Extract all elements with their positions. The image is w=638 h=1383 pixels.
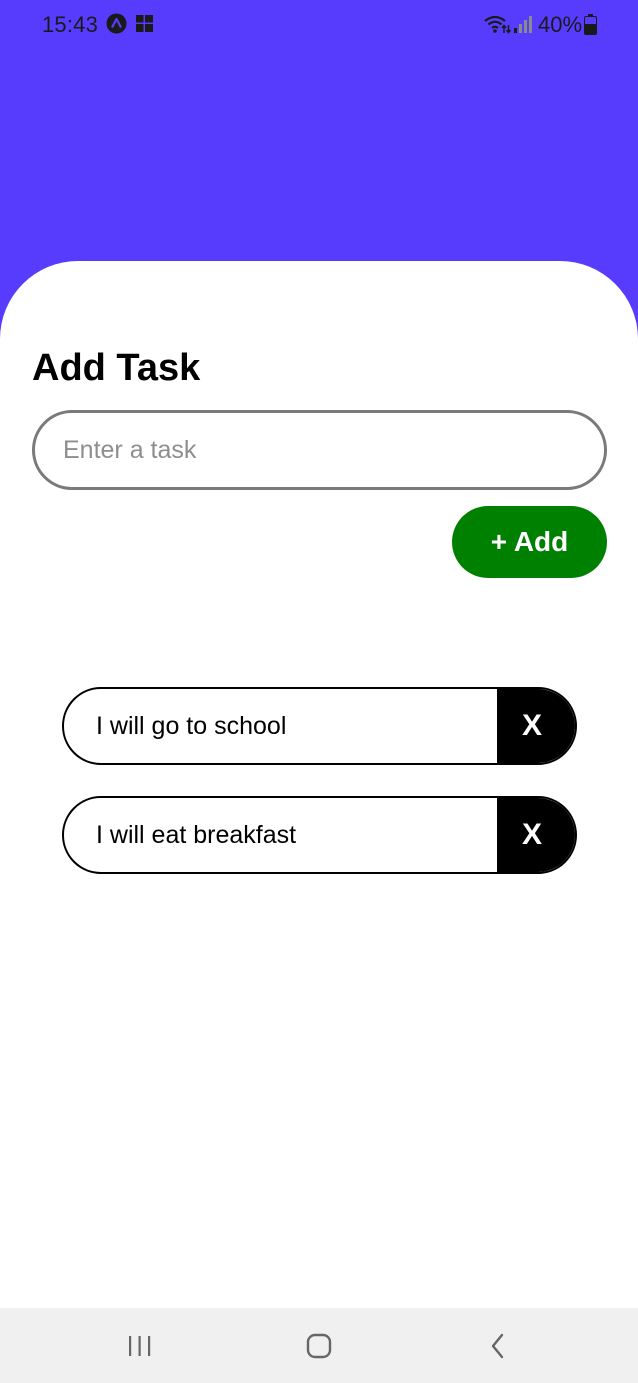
task-text: I will go to school [96,712,287,740]
wifi-icon [484,15,511,34]
status-time: 15:43 [42,12,99,37]
task-text: I will eat breakfast [96,821,297,849]
home-button[interactable] [299,1326,339,1366]
delete-task-button[interactable]: X [497,689,575,763]
app-icon [136,15,153,32]
delete-task-button[interactable]: X [497,798,575,872]
navigation-bar [0,1308,638,1383]
status-bar: 15:43 40% [0,0,638,52]
task-item: I will eat breakfast X [62,796,577,874]
page-title: Add Task [32,347,201,389]
back-icon [491,1333,504,1359]
add-button[interactable]: + Add [452,506,607,578]
battery-icon [584,14,597,35]
back-button[interactable] [478,1326,518,1366]
battery-percentage: 40% [538,12,583,37]
task-list: I will go to school X I will eat breakfa… [62,687,577,905]
expo-icon [106,13,127,34]
recents-button[interactable] [120,1326,160,1366]
signal-icon [514,16,532,33]
recents-icon [129,1336,151,1356]
home-icon [306,1333,332,1359]
task-input[interactable] [32,410,607,490]
task-item: I will go to school X [62,687,577,765]
